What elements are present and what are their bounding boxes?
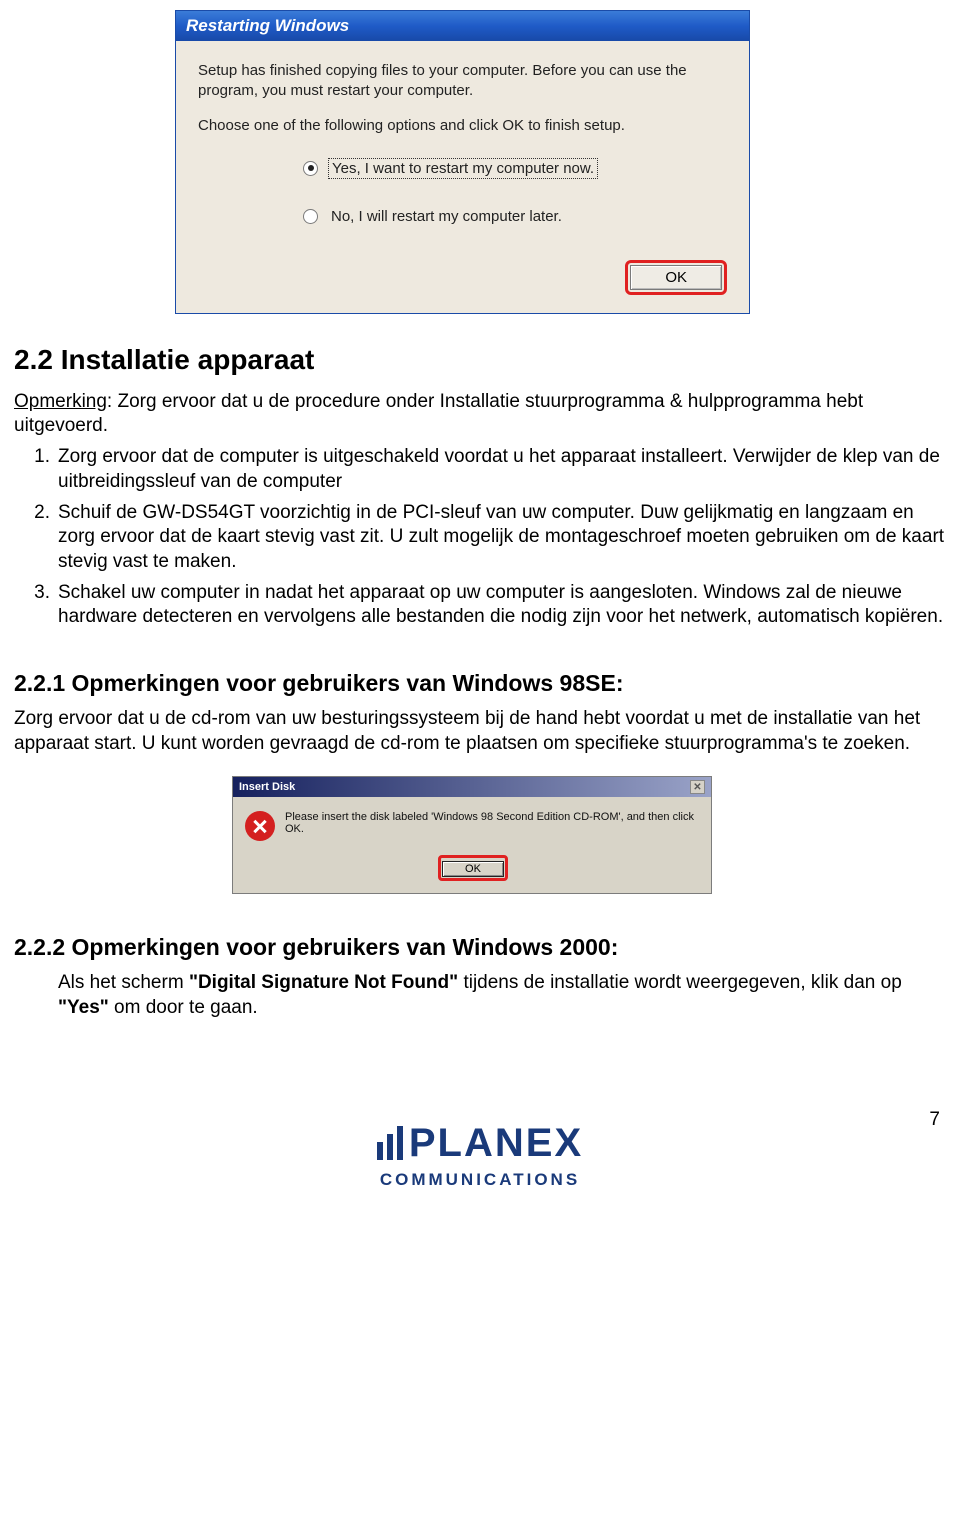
ok-highlight: OK — [625, 260, 727, 295]
note-body: : Zorg ervoor dat u de procedure onder — [107, 391, 440, 412]
disk-ok-highlight: OK — [438, 855, 508, 881]
note-bold: Installatie stuurprogramma & hulpprogram… — [440, 391, 821, 412]
list-num-2: 2. — [14, 501, 58, 575]
p2000-bold2: "Yes" — [58, 997, 109, 1018]
insert-disk-title-text: Insert Disk — [239, 781, 295, 793]
document-body: 2.2 Installatie apparaat Opmerking: Zorg… — [0, 344, 960, 1021]
insert-disk-body: Please insert the disk labeled 'Windows … — [233, 797, 711, 893]
note-paragraph: Opmerking: Zorg ervoor dat u de procedur… — [14, 390, 946, 439]
list-body-2: Schuif de GW-DS54GT voorzichtig in de PC… — [58, 501, 946, 575]
restart-dialog: Restarting Windows Setup has finished co… — [175, 10, 750, 314]
radio-yes-icon[interactable] — [303, 161, 318, 176]
restart-dialog-body: Setup has finished copying files to your… — [176, 41, 749, 313]
restart-ok-button[interactable]: OK — [630, 265, 722, 290]
close-icon[interactable]: ✕ — [690, 780, 705, 794]
heading-2-2-1: 2.2.1 Opmerkingen voor gebruikers van Wi… — [14, 670, 946, 697]
list-item-2: 2. Schuif de GW-DS54GT voorzichtig in de… — [14, 501, 946, 575]
radio-yes-label: Yes, I want to restart my computer now. — [328, 158, 598, 179]
insert-disk-dialog: Insert Disk ✕ Please insert the disk lab… — [232, 776, 712, 894]
paragraph-98se: Zorg ervoor dat u de cd-rom van uw bestu… — [14, 707, 946, 756]
restart-option-no-row[interactable]: No, I will restart my computer later. — [303, 207, 727, 226]
list-item-3: 3. Schakel uw computer in nadat het appa… — [14, 581, 946, 630]
p2000-bold1: "Digital Signature Not Found" — [189, 972, 458, 993]
page-footer: 7 PLANEX COMMUNICATIONS — [0, 1121, 960, 1220]
restart-dialog-footer: OK — [198, 254, 727, 295]
p2000-b: tijdens de installatie wordt weergegeven… — [458, 972, 902, 993]
numbered-list: 1. Zorg ervoor dat de computer is uitges… — [14, 445, 946, 630]
list-body-1: Zorg ervoor dat de computer is uitgescha… — [58, 445, 946, 494]
brand-subtitle: COMMUNICATIONS — [380, 1170, 580, 1190]
list-num-3: 3. — [14, 581, 58, 630]
restart-radio-group: Yes, I want to restart my computer now. … — [303, 158, 727, 226]
list-item-1: 1. Zorg ervoor dat de computer is uitges… — [14, 445, 946, 494]
error-icon — [245, 811, 275, 841]
heading-2-2-2: 2.2.2 Opmerkingen voor gebruikers van Wi… — [14, 934, 946, 961]
logo-bars-icon — [377, 1126, 403, 1160]
list-num-1: 1. — [14, 445, 58, 494]
radio-no-label: No, I will restart my computer later. — [328, 207, 565, 226]
heading-2-2: 2.2 Installatie apparaat — [14, 344, 946, 376]
insert-disk-ok-button[interactable]: OK — [442, 861, 504, 877]
brand-logo: PLANEX — [377, 1121, 583, 1166]
note-label: Opmerking — [14, 391, 107, 412]
p2000-a: Als het scherm — [58, 972, 189, 993]
list-body-3: Schakel uw computer in nadat het apparaa… — [58, 581, 946, 630]
restart-option-yes-row[interactable]: Yes, I want to restart my computer now. — [303, 158, 727, 179]
restart-text-2: Choose one of the following options and … — [198, 116, 727, 136]
paragraph-2000: Als het scherm "Digital Signature Not Fo… — [58, 971, 946, 1020]
p2000-c: om door te gaan. — [109, 997, 258, 1018]
insert-disk-footer: OK — [245, 855, 701, 881]
page-number: 7 — [929, 1109, 940, 1131]
radio-no-icon[interactable] — [303, 209, 318, 224]
brand-name: PLANEX — [409, 1121, 583, 1166]
restart-text-1: Setup has finished copying files to your… — [198, 61, 727, 102]
restart-dialog-title: Restarting Windows — [176, 11, 749, 41]
insert-disk-message: Please insert the disk labeled 'Windows … — [285, 811, 701, 835]
insert-disk-titlebar: Insert Disk ✕ — [233, 777, 711, 797]
